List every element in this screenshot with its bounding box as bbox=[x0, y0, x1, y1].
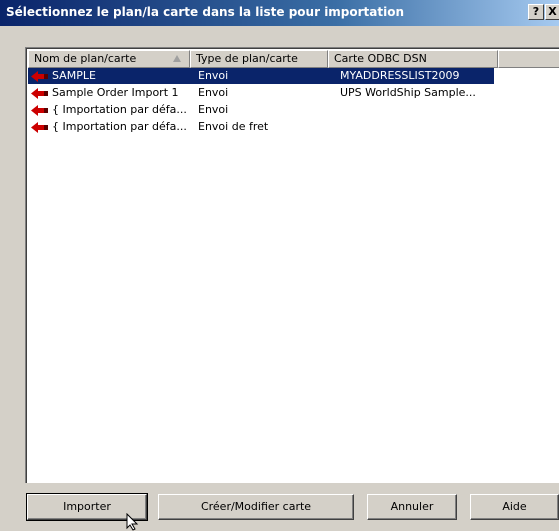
row-name: SAMPLE bbox=[52, 69, 96, 82]
column-header-type-label: Type de plan/carte bbox=[196, 52, 298, 65]
help-button[interactable]: Aide bbox=[470, 494, 559, 520]
mouse-pointer-icon bbox=[126, 513, 139, 531]
red-arrow-icon bbox=[31, 122, 48, 133]
column-header-dsn-label: Carte ODBC DSN bbox=[334, 52, 427, 65]
row-type: Envoi bbox=[198, 86, 229, 99]
row-name: { Importation par défa... bbox=[52, 120, 187, 133]
row-dsn: UPS WorldShip Sample... bbox=[340, 86, 476, 99]
list-row-2[interactable]: Sample Order Import 1 Envoi UPS WorldShi… bbox=[28, 85, 494, 101]
list-row-1[interactable]: SAMPLE Envoi MYADDRESSLIST2009 bbox=[28, 68, 494, 84]
import-map-dialog: Sélectionnez le plan/la carte dans la li… bbox=[0, 0, 559, 531]
list-row-3[interactable]: { Importation par défa... Envoi bbox=[28, 102, 494, 118]
row-dsn: MYADDRESSLIST2009 bbox=[340, 69, 460, 82]
column-header-name[interactable]: Nom de plan/carte bbox=[28, 50, 190, 68]
dialog-title: Sélectionnez le plan/la carte dans la li… bbox=[6, 5, 405, 19]
row-type: Envoi bbox=[198, 69, 229, 82]
red-arrow-icon bbox=[31, 88, 48, 99]
column-header-name-label: Nom de plan/carte bbox=[34, 52, 137, 65]
red-arrow-icon bbox=[31, 71, 48, 82]
column-header-dsn[interactable]: Carte ODBC DSN bbox=[328, 50, 498, 68]
sort-arrow-icon bbox=[173, 55, 181, 62]
column-header-type[interactable]: Type de plan/carte bbox=[190, 50, 328, 68]
row-name: { Importation par défa... bbox=[52, 103, 187, 116]
map-list[interactable]: Nom de plan/carte Type de plan/carte Car… bbox=[25, 47, 559, 483]
list-header: Nom de plan/carte Type de plan/carte Car… bbox=[28, 50, 559, 68]
close-title-button[interactable]: X bbox=[545, 4, 559, 20]
column-header-filler bbox=[498, 50, 559, 68]
red-arrow-icon bbox=[31, 105, 48, 116]
list-row-4[interactable]: { Importation par défa... Envoi de fret bbox=[28, 119, 494, 135]
help-title-button[interactable]: ? bbox=[528, 4, 544, 20]
title-bar: Sélectionnez le plan/la carte dans la li… bbox=[0, 0, 559, 26]
row-type: Envoi bbox=[198, 103, 229, 116]
cancel-button[interactable]: Annuler bbox=[367, 494, 457, 520]
row-name: Sample Order Import 1 bbox=[52, 86, 179, 99]
row-type: Envoi de fret bbox=[198, 120, 269, 133]
create-modify-map-button[interactable]: Créer/Modifier carte bbox=[158, 494, 354, 520]
